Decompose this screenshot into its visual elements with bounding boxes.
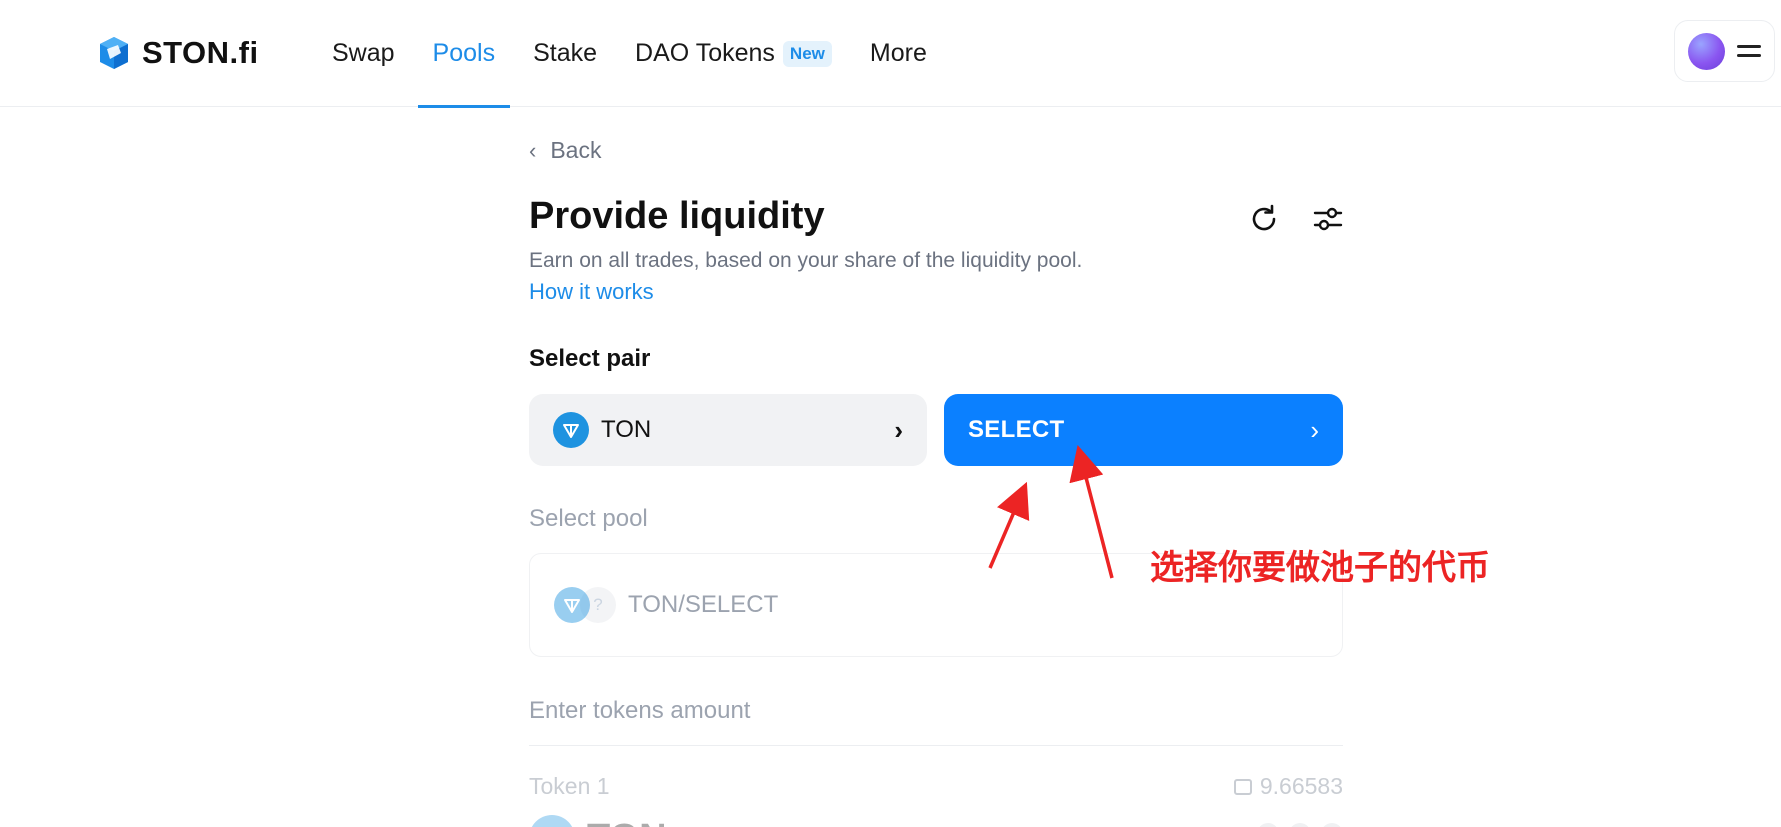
ston-logo-icon	[100, 37, 128, 69]
nav-pools[interactable]: Pools	[417, 0, 510, 108]
page-subtitle: Earn on all trades, based on your share …	[529, 249, 1083, 272]
new-badge: New	[782, 40, 832, 67]
preset-dot[interactable]	[1289, 823, 1311, 827]
nav-dao-tokens[interactable]: DAO Tokens New	[635, 0, 832, 107]
select-pool-label: Select pool	[529, 505, 648, 532]
divider	[529, 745, 1343, 746]
token-a-name: TON	[601, 416, 652, 443]
chevron-right-icon: ›	[1310, 414, 1319, 445]
select-pair-label: Select pair	[529, 345, 651, 372]
wallet-icon	[1233, 778, 1252, 795]
nav-swap-label: Swap	[332, 39, 395, 67]
pool-name: TON/SELECT	[628, 591, 779, 618]
token1-balance: 9.66583	[1233, 773, 1343, 800]
enter-amount-label: Enter tokens amount	[529, 697, 751, 724]
nav-swap[interactable]: Swap	[332, 0, 395, 107]
pool-pair-icons: ?	[554, 586, 616, 624]
token1-label: Token 1	[529, 773, 610, 799]
token1-selector[interactable]: TON	[529, 815, 667, 827]
nav-stake[interactable]: Stake	[533, 0, 597, 107]
token-b-select-button[interactable]: SELECT ›	[944, 394, 1343, 466]
how-it-works-link[interactable]: How it works	[529, 279, 654, 305]
main-nav: Swap Pools Stake DAO Tokens New More	[332, 0, 965, 108]
account-menu-button[interactable]	[1674, 20, 1775, 82]
nav-more-label: More	[869, 39, 927, 67]
logo-text: STON.fi	[142, 35, 259, 70]
back-label: Back	[550, 137, 602, 163]
amount-presets	[1257, 823, 1343, 827]
top-navbar: STON.fi Swap Pools Stake DAO Tokens New …	[0, 0, 1781, 108]
refresh-icon[interactable]	[1246, 201, 1282, 237]
token1-balance-value: 9.66583	[1259, 773, 1343, 799]
annotation-text: 选择你要做池子的代币	[1150, 548, 1490, 588]
chevron-right-icon: ›	[894, 414, 903, 445]
sliders-icon[interactable]	[1310, 201, 1346, 237]
ton-logo-icon	[554, 587, 590, 623]
chevron-left-icon: ‹	[529, 137, 537, 163]
nav-dao-tokens-label: DAO Tokens	[635, 39, 775, 67]
nav-pools-label: Pools	[432, 39, 496, 67]
logo[interactable]: STON.fi	[96, 33, 259, 73]
preset-dot[interactable]	[1257, 823, 1279, 827]
hamburger-icon	[1737, 42, 1761, 60]
ton-logo-icon	[553, 412, 589, 448]
preset-dot[interactable]	[1321, 823, 1343, 827]
back-link[interactable]: ‹ Back	[529, 137, 601, 164]
nav-stake-label: Stake	[533, 39, 598, 67]
select-button-label: SELECT	[968, 416, 1065, 443]
token1-symbol: TON	[587, 817, 667, 827]
page-title: Provide liquidity	[529, 195, 825, 237]
token-a-selector[interactable]: TON ›	[529, 394, 927, 466]
avatar	[1688, 32, 1725, 70]
nav-more[interactable]: More	[870, 0, 927, 107]
ton-logo-icon	[529, 815, 575, 827]
